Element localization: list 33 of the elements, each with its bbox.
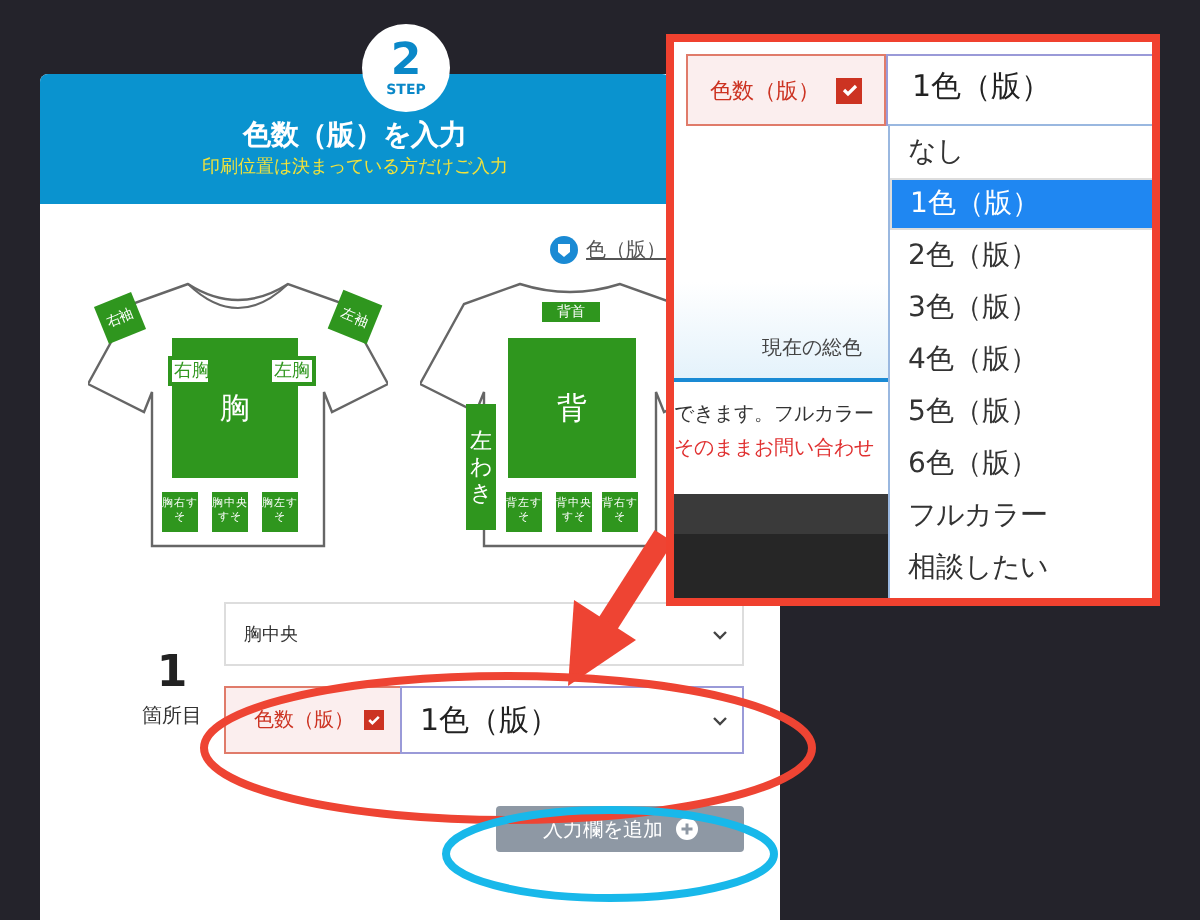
dropdown-option[interactable]: 2色（版） (890, 230, 1152, 282)
chevron-down-icon (712, 715, 728, 725)
entry-unit: 箇所目 (142, 703, 202, 730)
info-icon (550, 236, 578, 264)
print-area[interactable]: 左わき (466, 404, 496, 530)
dropdown-option[interactable]: フルカラー (890, 490, 1152, 542)
dropdown-option[interactable]: 4色（版） (890, 334, 1152, 386)
color-count-select[interactable]: 1色（版） (886, 54, 1152, 126)
plus-icon (675, 818, 697, 840)
section-title: 色数（版）を入力 (243, 120, 467, 152)
dropdown-option[interactable]: 相談したい (890, 542, 1152, 594)
note-text: そのままお問い合わせ (674, 436, 874, 462)
dropdown-option[interactable]: 5色（版） (890, 386, 1152, 438)
check-icon (366, 712, 382, 728)
color-count-label: 色数（版） (686, 54, 886, 126)
check-icon (839, 80, 859, 100)
dropdown-option[interactable]: 1色（版） (890, 178, 1152, 230)
checkbox[interactable] (364, 710, 384, 730)
color-count-label: 色数（版） (224, 686, 400, 754)
print-area[interactable]: 左胸 (268, 356, 316, 386)
step-number: 2 (390, 39, 422, 83)
chevron-down-icon (712, 629, 728, 639)
total-colors-text: 現在の総色 (762, 336, 862, 362)
color-count-select[interactable]: 1色（版） (400, 686, 744, 754)
section-subtitle: 印刷位置は決まっている方だけご入力 (202, 158, 508, 180)
checkbox[interactable] (836, 77, 862, 103)
dropdown-option[interactable]: 3色（版） (890, 282, 1152, 334)
dropdown-option[interactable]: 6色（版） (890, 438, 1152, 490)
note-text: できます。フルカラー (674, 402, 874, 428)
color-guide-link[interactable]: 色（版） (586, 236, 666, 264)
dropdown-option[interactable]: なし (890, 126, 1152, 178)
entry-number: 1 (156, 650, 188, 698)
print-area[interactable]: 背 (508, 338, 636, 478)
